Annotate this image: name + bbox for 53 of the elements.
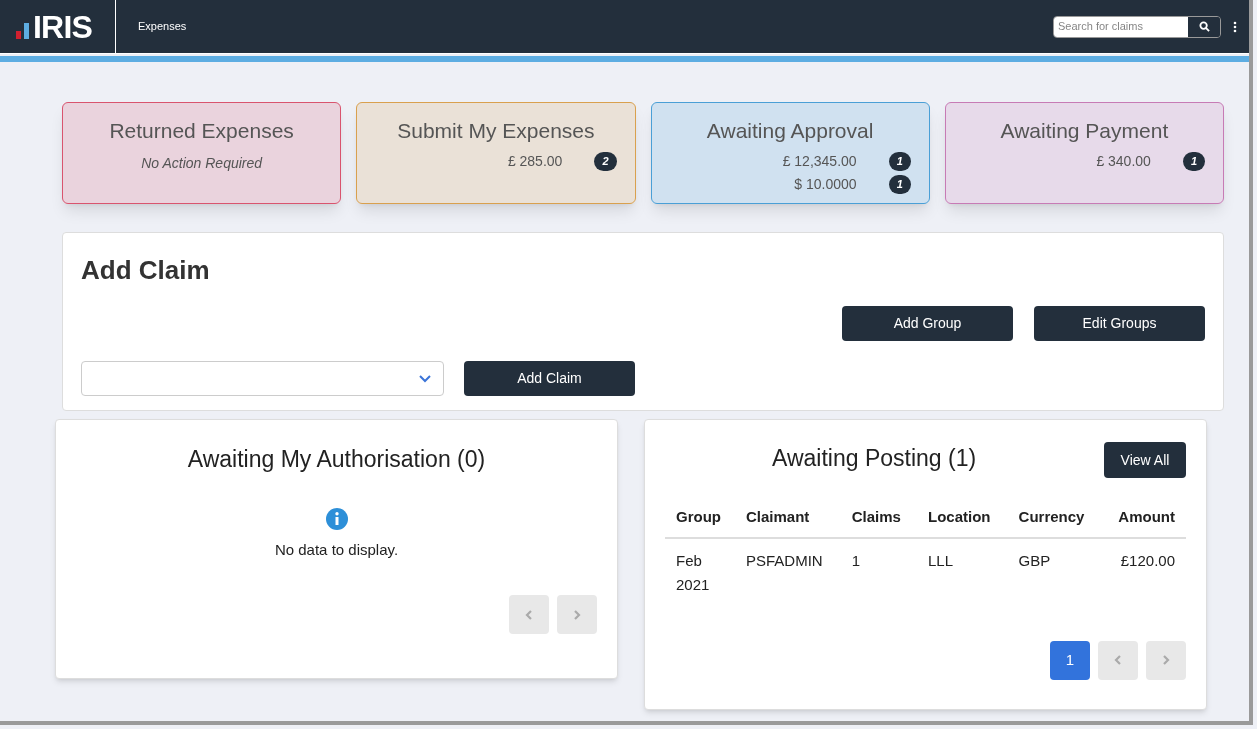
table-cell: £120.00 bbox=[1101, 537, 1186, 607]
card-title: Submit My Expenses bbox=[397, 118, 595, 144]
view-all-button[interactable]: View All bbox=[1104, 442, 1186, 478]
chevron-left-icon bbox=[1113, 654, 1123, 666]
panel-title: Awaiting My Authorisation (0) bbox=[187, 445, 486, 474]
amount-text: $ 10.0000 bbox=[794, 174, 857, 194]
nav-link[interactable]: Expenses bbox=[138, 18, 187, 35]
column-header: Amount bbox=[1101, 498, 1186, 538]
group-button[interactable]: Add Group bbox=[842, 306, 1013, 341]
summary-card[interactable]: Returned Expenses No Action Required bbox=[62, 102, 342, 204]
summary-card[interactable]: Submit My Expenses £ 285.00 2 bbox=[356, 102, 636, 204]
next-page-button[interactable] bbox=[1146, 640, 1186, 680]
chevron-left-icon bbox=[524, 608, 534, 621]
page-button[interactable]: 1 bbox=[1050, 640, 1090, 680]
amount-text: £ 285.00 bbox=[507, 151, 563, 171]
app-logo: IRIS bbox=[33, 10, 93, 43]
card-note: No Action Required bbox=[141, 153, 263, 173]
empty-message: No data to display. bbox=[274, 539, 399, 560]
amount-text: £ 12,345.00 bbox=[782, 151, 857, 171]
count-badge: 1 bbox=[1182, 151, 1205, 171]
panel-title: Add Claim bbox=[81, 254, 211, 287]
chevron-down-icon bbox=[419, 374, 431, 383]
count-badge: 1 bbox=[888, 151, 911, 171]
table-cell: 1 bbox=[840, 537, 917, 607]
count-badge: 2 bbox=[594, 151, 617, 171]
chevron-right-icon bbox=[572, 608, 582, 621]
group-button[interactable]: Edit Groups bbox=[1034, 306, 1205, 341]
logo-bars-icon bbox=[16, 23, 29, 39]
column-header: Location bbox=[917, 498, 1008, 538]
add-claim-button[interactable]: Add Claim bbox=[464, 361, 635, 396]
count-badge: 1 bbox=[888, 174, 911, 194]
table-cell: Feb 2021 bbox=[665, 537, 735, 607]
table-cell: GBP bbox=[1007, 537, 1102, 607]
info-icon bbox=[324, 506, 349, 531]
column-header: Currency bbox=[1007, 498, 1102, 538]
table-cell: PSFADMIN bbox=[735, 537, 841, 607]
claim-type-dropdown[interactable] bbox=[81, 361, 444, 396]
previous-page-button[interactable] bbox=[1098, 640, 1138, 680]
more-menu-icon[interactable] bbox=[1233, 20, 1237, 33]
amount-text: £ 340.00 bbox=[1096, 151, 1151, 171]
table-cell: LLL bbox=[917, 537, 1008, 607]
summary-card[interactable]: Awaiting Payment £ 340.00 1 bbox=[944, 102, 1224, 204]
column-header: Claims bbox=[840, 498, 917, 538]
panel-title: Awaiting Posting (1) bbox=[772, 444, 977, 473]
column-header: Group bbox=[665, 498, 735, 538]
summary-card[interactable]: Awaiting Approval £ 12,345.00 1 $ 10.0000 1 bbox=[650, 102, 930, 204]
column-header: Claimant bbox=[735, 498, 841, 538]
next-page-button[interactable] bbox=[557, 595, 597, 634]
previous-page-button[interactable] bbox=[509, 595, 549, 634]
card-title: Awaiting Payment bbox=[1000, 118, 1169, 144]
card-title: Awaiting Approval bbox=[706, 118, 874, 144]
chevron-right-icon bbox=[1161, 654, 1171, 666]
card-title: Returned Expenses bbox=[109, 118, 294, 144]
